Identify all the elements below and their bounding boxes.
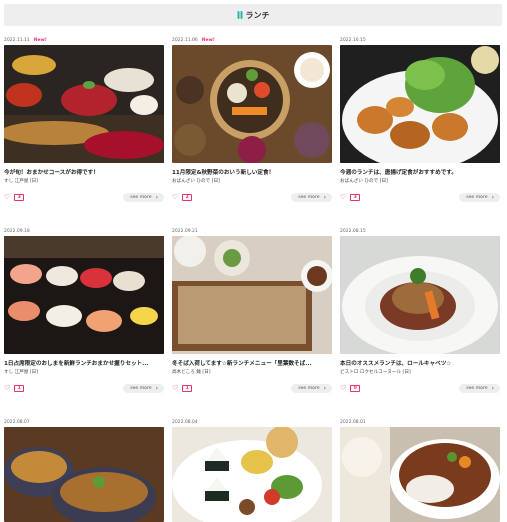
post-card[interactable]: 2022.08.07 bbox=[4, 417, 164, 522]
heart-icon[interactable]: ♡ bbox=[340, 193, 346, 201]
see-more-button[interactable]: see more › bbox=[459, 192, 500, 202]
page-header: ランチ bbox=[4, 4, 502, 26]
post-card[interactable]: 2022.10.15 今週のランチは、唐揚げ定食がおすすめです。 おばんざい ひ… bbox=[340, 35, 500, 202]
heart-icon[interactable]: ♡ bbox=[172, 193, 178, 201]
like-count: 2 bbox=[182, 193, 193, 201]
see-more-button[interactable]: see more › bbox=[123, 192, 164, 202]
chevron-right-icon: › bbox=[155, 193, 158, 201]
post-image-nigiri-set[interactable] bbox=[4, 236, 164, 354]
post-date: 2022.08.07 bbox=[4, 419, 30, 425]
shop-name[interactable]: すし 江戸屋 [日] bbox=[4, 178, 164, 185]
chevron-right-icon: › bbox=[491, 384, 494, 392]
post-card[interactable]: 2022.08.15 本日のオススメランチは、ロールキャベツ☆ ビストロ ロクセ… bbox=[340, 226, 500, 393]
post-card[interactable]: 2022.08.04 bbox=[172, 417, 332, 522]
like-count: 3 bbox=[14, 193, 25, 201]
chevron-right-icon: › bbox=[155, 384, 158, 392]
see-more-button[interactable]: see more › bbox=[459, 383, 500, 393]
post-image-karaage[interactable] bbox=[340, 45, 500, 163]
see-more-label: see more bbox=[466, 385, 488, 391]
post-title[interactable]: 冬そば入荷してます☆新ランチメニュー「里葉数そば... bbox=[172, 360, 332, 368]
post-card[interactable]: 2022.11.06 New! 11月限定&秋野菜のおいう新しい定食！ おばんざい… bbox=[172, 35, 332, 202]
see-more-button[interactable]: see more › bbox=[291, 383, 332, 393]
post-date: 2022.11.11 bbox=[4, 37, 30, 43]
heart-icon[interactable]: ♡ bbox=[4, 193, 10, 201]
post-date: 2022.08.04 bbox=[172, 419, 198, 425]
post-card[interactable]: 2022.08.01 bbox=[340, 417, 500, 522]
post-title[interactable]: 今が旬！おまかせコースがお得です！ bbox=[4, 169, 164, 177]
shop-name[interactable]: おばんざい ひので [日] bbox=[172, 178, 332, 185]
utensils-icon bbox=[237, 11, 242, 19]
heart-icon[interactable]: ♡ bbox=[340, 384, 346, 392]
like-count: 1 bbox=[182, 384, 193, 392]
chevron-right-icon: › bbox=[323, 384, 326, 392]
see-more-button[interactable]: see more › bbox=[291, 192, 332, 202]
shop-name[interactable]: おばんざい ひので [日] bbox=[340, 178, 500, 185]
post-title[interactable]: 11月限定&秋野菜のおいう新しい定食！ bbox=[172, 169, 332, 177]
heart-icon[interactable]: ♡ bbox=[172, 384, 178, 392]
chevron-right-icon: › bbox=[323, 193, 326, 201]
post-date: 2022.08.15 bbox=[340, 228, 366, 234]
post-image-soba[interactable] bbox=[172, 236, 332, 354]
post-date: 2022.09.21 bbox=[172, 228, 198, 234]
post-card[interactable]: 2022.11.11 New! 今が旬！おまかせコースがお得です！ すし 江戸屋 … bbox=[4, 35, 164, 202]
post-image-cabbage-roll[interactable] bbox=[340, 236, 500, 354]
post-image-vegetable-set[interactable] bbox=[172, 45, 332, 163]
shop-name[interactable]: 高木どころ 麺 [日] bbox=[172, 369, 332, 376]
chevron-right-icon: › bbox=[491, 193, 494, 201]
see-more-label: see more bbox=[298, 194, 320, 200]
shop-name[interactable]: ビストロ ロクセルコーヌール [日] bbox=[340, 369, 500, 376]
new-badge: New! bbox=[201, 37, 215, 43]
page-title: ランチ bbox=[245, 10, 270, 20]
post-date: 2022.09.18 bbox=[4, 228, 30, 234]
like-count: 0 bbox=[350, 384, 361, 392]
see-more-label: see more bbox=[130, 385, 152, 391]
see-more-label: see more bbox=[298, 385, 320, 391]
like-count: 1 bbox=[14, 384, 25, 392]
post-title[interactable]: 今週のランチは、唐揚げ定食がおすすめです。 bbox=[340, 169, 500, 177]
see-more-label: see more bbox=[466, 194, 488, 200]
post-card[interactable]: 2022.09.21 冬そば入荷してます☆新ランチメニュー「里葉数そば... 高… bbox=[172, 226, 332, 393]
like-count: 3 bbox=[350, 193, 361, 201]
post-image-onigiri-plate[interactable] bbox=[172, 427, 332, 522]
post-date: 2022.08.01 bbox=[340, 419, 366, 425]
post-title[interactable]: 1日占席限定のおしまを新鮮ランチおまかせ握りセット... bbox=[4, 360, 164, 368]
new-badge: New! bbox=[33, 37, 47, 43]
see-more-button[interactable]: see more › bbox=[123, 383, 164, 393]
see-more-label: see more bbox=[130, 194, 152, 200]
heart-icon[interactable]: ♡ bbox=[4, 384, 10, 392]
post-date: 2022.10.15 bbox=[340, 37, 366, 43]
post-image-sushi-platter[interactable] bbox=[4, 45, 164, 163]
post-card[interactable]: 2022.09.18 1日占席限定のおしまを新鮮ランチおまかせ握りセット... … bbox=[4, 226, 164, 393]
post-image-curry[interactable] bbox=[340, 427, 500, 522]
shop-name[interactable]: すし 江戸屋 [日] bbox=[4, 369, 164, 376]
post-date: 2022.11.06 bbox=[172, 37, 198, 43]
post-image-donburi[interactable] bbox=[4, 427, 164, 522]
post-title[interactable]: 本日のオススメランチは、ロールキャベツ☆ bbox=[340, 360, 500, 368]
